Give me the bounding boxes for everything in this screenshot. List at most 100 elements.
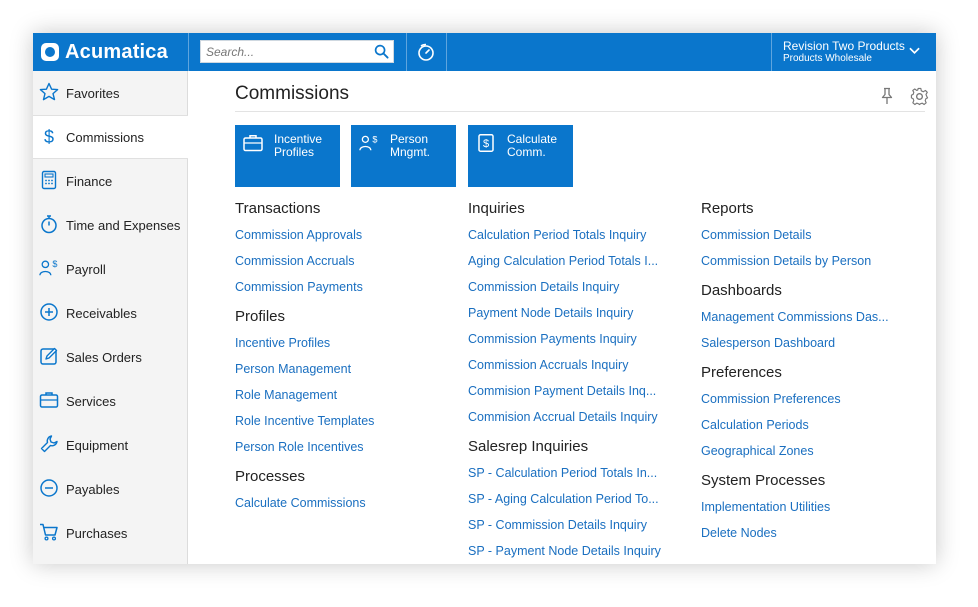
menu-link[interactable]: SP - Commission Details Inquiry xyxy=(468,512,688,538)
minus-circle-icon xyxy=(40,479,58,497)
section-title: Reports xyxy=(701,200,754,217)
logo[interactable]: Acumatica xyxy=(33,33,188,71)
menu-link[interactable]: Calculate Commissions xyxy=(235,490,455,516)
edit-icon xyxy=(40,347,58,365)
company-selector[interactable]: Revision Two Products Products Wholesale xyxy=(772,33,936,71)
menu-link[interactable]: Management Commissions Das... xyxy=(701,304,921,330)
search-icon[interactable] xyxy=(374,44,389,59)
sidebar-item-label: Purchases xyxy=(66,525,128,541)
menu-link[interactable]: Commission Payments Inquiry xyxy=(468,326,688,352)
menu-link[interactable]: SP - Payment Node Details Inquiry xyxy=(468,538,688,564)
sidebar-item-label: Commissions xyxy=(66,129,145,145)
pin-icon[interactable] xyxy=(879,87,895,105)
section-title: System Processes xyxy=(701,472,826,489)
menu-link[interactable]: Commission Preferences xyxy=(701,386,921,412)
menu-link[interactable]: Commission Approvals xyxy=(235,222,455,248)
main-content: Commissions Incentive Profiles $ Person … xyxy=(189,71,936,564)
tile-calculate-commissions[interactable]: $ Calculate Comm. xyxy=(468,125,573,187)
section-title: Dashboards xyxy=(701,282,782,299)
menu-link[interactable]: Aging Calculation Period Totals I... xyxy=(468,248,688,274)
svg-text:$: $ xyxy=(372,135,377,145)
gear-icon[interactable] xyxy=(910,87,929,106)
menu-link[interactable]: Calculation Period Totals Inquiry xyxy=(468,222,688,248)
sidebar-item-purchases[interactable]: Purchases xyxy=(33,511,187,555)
svg-text:$: $ xyxy=(483,138,489,150)
topbar-divider xyxy=(188,33,189,71)
menu-link[interactable]: Commission Details xyxy=(701,222,921,248)
dollar-doc-icon: $ xyxy=(478,134,494,152)
menu-link[interactable]: Implementation Utilities xyxy=(701,494,921,520)
menu-link[interactable]: Payment Node Details Inquiry xyxy=(468,300,688,326)
sidebar-item-label: Services xyxy=(66,393,116,409)
menu-link[interactable]: Commission Accruals Inquiry xyxy=(468,352,688,378)
menu-link[interactable]: Commission Accruals xyxy=(235,248,455,274)
sidebar: Favorites $ Commissions Finance Time and… xyxy=(33,71,188,564)
menu-link[interactable]: Commision Accrual Details Inquiry xyxy=(468,404,688,430)
sidebar-item-sales-orders[interactable]: Sales Orders xyxy=(33,335,187,379)
section-title: Preferences xyxy=(701,364,782,381)
timer-icon xyxy=(418,43,434,61)
svg-text:$: $ xyxy=(52,259,57,269)
menu-link[interactable]: Commision Payment Details Inq... xyxy=(468,378,688,404)
section-title: Processes xyxy=(235,468,306,485)
menu-link[interactable]: Commission Details by Person xyxy=(701,248,921,274)
briefcase-icon xyxy=(243,135,263,152)
tile-incentive-profiles[interactable]: Incentive Profiles xyxy=(235,125,340,187)
menu-link[interactable]: Person Role Incentives xyxy=(235,434,455,460)
person-dollar-icon: $ xyxy=(359,135,377,151)
sidebar-item-label: Payroll xyxy=(66,261,106,277)
menu-link[interactable]: Role Management xyxy=(235,382,455,408)
tile-label: Incentive Profiles xyxy=(274,132,323,159)
menu-link[interactable]: Incentive Profiles xyxy=(235,330,455,356)
menu-link[interactable]: SP - Aging Calculation Period To... xyxy=(468,486,688,512)
section-title: Profiles xyxy=(235,308,286,325)
page-title: Commissions xyxy=(235,83,350,104)
logo-text: Acumatica xyxy=(65,40,168,63)
sidebar-item-commissions[interactable]: $ Commissions xyxy=(33,115,188,159)
sidebar-item-label: Favorites xyxy=(66,85,120,101)
search-input[interactable] xyxy=(201,41,371,62)
plus-circle-icon xyxy=(40,303,58,321)
wrench-icon xyxy=(40,435,58,453)
timer-button[interactable] xyxy=(406,33,446,71)
section-title: Transactions xyxy=(235,200,321,217)
chevron-down-icon xyxy=(909,47,920,55)
menu-column: Transactions Commission Approvals Commissi… xyxy=(235,196,455,516)
search-box xyxy=(200,40,394,63)
sidebar-item-label: Sales Orders xyxy=(66,349,142,365)
top-bar: Acumatica Revision Two Products Products… xyxy=(33,33,936,71)
menu-link[interactable]: Delete Nodes xyxy=(701,520,921,546)
sidebar-item-equipment[interactable]: Equipment xyxy=(33,423,187,467)
sidebar-item-time-and-expenses[interactable]: Time and Expenses xyxy=(33,203,187,247)
sidebar-item-services[interactable]: Services xyxy=(33,379,187,423)
person-dollar-icon: $ xyxy=(39,259,57,276)
app-window: Acumatica Revision Two Products Products… xyxy=(33,33,936,564)
dollar-icon: $ xyxy=(44,127,54,147)
menu-link[interactable]: Geographical Zones xyxy=(701,438,921,464)
menu-link[interactable]: Person Management xyxy=(235,356,455,382)
section-title: Inquiries xyxy=(468,200,525,217)
tile-person-management[interactable]: $ Person Mngmt. xyxy=(351,125,456,187)
tile-label: Person Mngmt. xyxy=(390,132,431,159)
star-icon xyxy=(39,82,59,101)
menu-column: Reports Commission Details Commission Deta… xyxy=(701,196,921,546)
topbar-divider xyxy=(446,33,447,71)
tile-label: Calculate Comm. xyxy=(507,132,558,159)
sidebar-item-label: Equipment xyxy=(66,437,129,453)
menu-link[interactable]: SP - Calculation Period Totals In... xyxy=(468,460,688,486)
menu-link[interactable]: Role Incentive Templates xyxy=(235,408,455,434)
sidebar-item-label: Payables xyxy=(66,481,120,497)
sidebar-item-label: Finance xyxy=(66,173,113,189)
sidebar-item-payables[interactable]: Payables xyxy=(33,467,187,511)
menu-link[interactable]: Commission Details Inquiry xyxy=(468,274,688,300)
sidebar-item-favorites[interactable]: Favorites xyxy=(33,71,187,115)
svg-text:$: $ xyxy=(44,127,54,147)
menu-link[interactable]: Calculation Periods xyxy=(701,412,921,438)
sidebar-item-finance[interactable]: Finance xyxy=(33,159,187,203)
menu-link[interactable]: Salesperson Dashboard xyxy=(701,330,921,356)
cart-icon xyxy=(40,523,58,541)
briefcase-icon xyxy=(39,392,59,408)
sidebar-item-receivables[interactable]: Receivables xyxy=(33,291,187,335)
menu-link[interactable]: Commission Payments xyxy=(235,274,455,300)
sidebar-item-payroll[interactable]: $ Payroll xyxy=(33,247,187,291)
